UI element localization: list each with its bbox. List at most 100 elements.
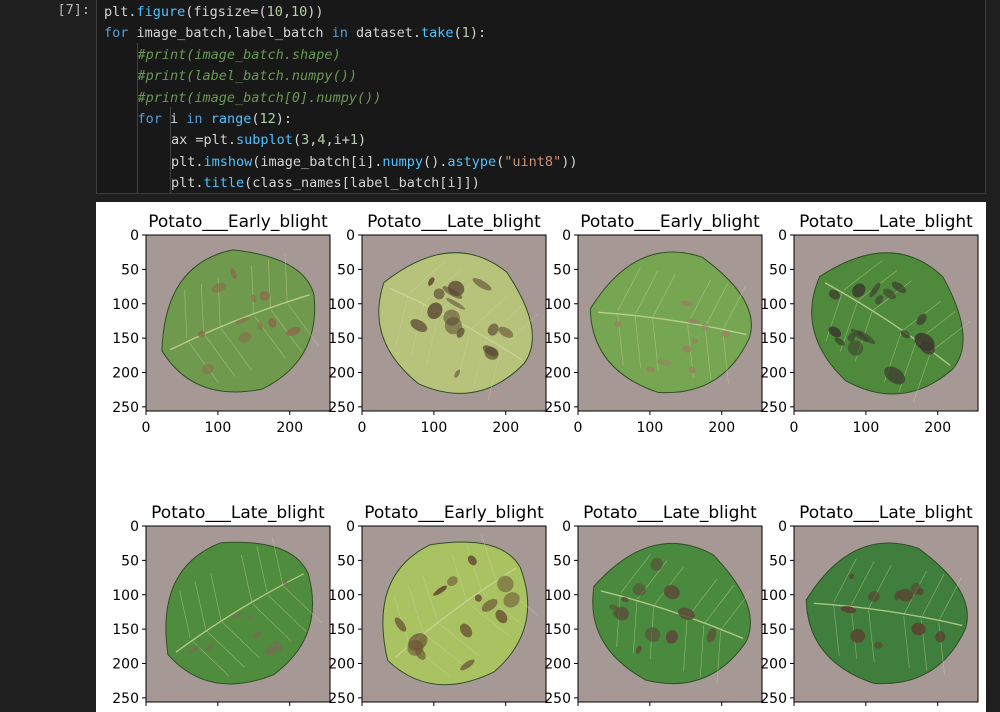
code-line: #print(label_batch.numpy())	[138, 66, 357, 87]
y-tick-label: 0	[130, 519, 139, 535]
subplot-title: Potato___Early_blight	[580, 212, 760, 232]
subplot-title: Potato___Late_blight	[151, 503, 325, 523]
y-tick-label: 200	[112, 657, 139, 673]
subplot-title: Potato___Late_blight	[799, 503, 973, 523]
y-tick-label: 50	[553, 553, 571, 569]
x-tick-label: 100	[637, 420, 664, 436]
y-tick-label: 150	[544, 331, 571, 347]
code-cell[interactable]: plt.figure(figsize=(10,10)) for image_bat…	[96, 0, 986, 194]
y-tick-label: 0	[346, 519, 355, 535]
y-tick-label: 0	[562, 228, 571, 244]
y-tick-label: 0	[130, 228, 139, 244]
code-token-plain: ))	[561, 153, 578, 170]
y-tick-label: 150	[112, 622, 139, 638]
subplot: Potato___Late_blight05010015020025001002…	[760, 503, 979, 712]
code-token-plain: (image_batch[i].	[252, 153, 383, 170]
code-token-plain: image_batch,label_batch	[128, 25, 332, 42]
code-token-num: 10	[266, 4, 283, 20]
y-tick-label: 50	[337, 553, 355, 569]
code-token-plain: ))	[307, 4, 324, 20]
code-token-comment: #print(image_batch[0].numpy())	[137, 89, 382, 106]
x-tick-label: 100	[853, 420, 880, 436]
code-token-func: numpy	[382, 153, 423, 170]
y-tick-label: 200	[328, 657, 355, 673]
y-tick-label: 150	[328, 331, 355, 347]
code-token-kw: for	[137, 111, 162, 127]
code-token-plain: plt.	[171, 153, 204, 170]
indent-guide	[137, 43, 138, 193]
y-tick-label: 250	[544, 400, 571, 416]
y-tick-label: 50	[337, 262, 355, 278]
x-tick-label: 100	[421, 420, 448, 436]
y-tick-label: 200	[760, 366, 787, 382]
y-tick-label: 100	[328, 588, 355, 604]
subplot-title: Potato___Late_blight	[799, 212, 973, 232]
y-tick-label: 200	[328, 366, 355, 382]
y-tick-label: 150	[544, 622, 571, 638]
code-token-plain: dataset.	[347, 25, 422, 42]
code-token-kw: for	[104, 25, 129, 42]
code-token-plain: )	[358, 132, 367, 149]
y-tick-label: 100	[760, 297, 787, 313]
y-tick-label: 0	[778, 519, 787, 535]
code-token-num: 12	[259, 111, 276, 127]
x-tick-label: 200	[492, 420, 519, 436]
subplot: Potato___Late_blight05010015020025001002…	[544, 503, 763, 712]
code-token-func: figure	[136, 4, 186, 20]
code-line: #print(image_batch.shape)	[138, 45, 341, 66]
cell-output: Potato___Early_blight 0 50 100 150 200 250 0 100…	[96, 202, 986, 712]
y-tick-label: 100	[544, 297, 571, 313]
code-token-func: range	[210, 111, 252, 127]
subplot: Potato___Early_blight0501001502002500100…	[112, 212, 331, 436]
code-line: plt.title(class_names[label_batch[i]])	[171, 173, 480, 194]
subplot: Potato___Late_blight05010015020025001002…	[112, 503, 331, 712]
code-token-func: take	[421, 25, 454, 42]
y-tick-label: 100	[112, 588, 139, 604]
code-token-func: subplot	[236, 132, 293, 149]
code-token-func: astype	[447, 153, 497, 170]
y-tick-label: 200	[544, 657, 571, 673]
y-tick-label: 250	[544, 691, 571, 707]
subplot-title: Potato___Early_blight	[364, 503, 544, 523]
y-tick-label: 250	[112, 400, 139, 416]
code-line: #print(image_batch[0].numpy())	[138, 88, 382, 109]
code-line: ax =plt.subplot(3,4,i+1)	[171, 130, 366, 151]
y-tick-label: 0	[562, 519, 571, 535]
code-token-plain: ,	[282, 4, 291, 20]
x-tick-label: 200	[276, 420, 303, 436]
y-tick-label: 250	[328, 400, 355, 416]
code-token-num: 4	[317, 132, 326, 149]
code-token-plain: plt.	[171, 175, 204, 192]
y-tick-label: 150	[760, 331, 787, 347]
code-token-num: 10	[290, 4, 308, 20]
code-token-plain: ().	[422, 153, 448, 170]
code-token-comment: #print(image_batch.shape)	[137, 46, 341, 63]
y-tick-label: 250	[760, 400, 787, 416]
x-tick-label: 0	[358, 420, 367, 436]
code-line: plt.figure(figsize=(10,10))	[104, 2, 324, 23]
code-token-plain: plt.	[104, 4, 137, 20]
subplot: Potato___Early_blight0501001502002500100…	[544, 212, 763, 436]
y-tick-label: 50	[121, 262, 139, 278]
y-tick-label: 200	[112, 366, 139, 382]
code-token-kw: in	[331, 25, 348, 42]
code-token-plain: ax =plt.	[171, 132, 237, 149]
code-token-num: 1	[461, 25, 470, 42]
y-tick-label: 100	[760, 588, 787, 604]
code-line: for i in range(12):	[138, 109, 293, 130]
code-token-plain: (	[292, 132, 302, 149]
subplot: Potato___Late_blight05010015020025001002…	[760, 212, 979, 436]
x-tick-label: 100	[205, 420, 232, 436]
subplot-title: Potato___Late_blight	[583, 503, 757, 523]
code-line: for image_batch,label_batch in dataset.t…	[104, 23, 486, 44]
code-token-plain: ):	[469, 25, 487, 42]
y-tick-label: 50	[553, 262, 571, 278]
matplotlib-figure: Potato___Early_blight0501001502002500 100…	[112, 212, 979, 712]
y-tick-label: 50	[769, 262, 787, 278]
y-tick-label: 150	[760, 622, 787, 638]
subplot: Potato___Late_blight05010015020025001002…	[328, 212, 547, 436]
y-tick-label: 50	[769, 553, 787, 569]
y-tick-label: 250	[112, 691, 139, 707]
x-tick-label: 0	[142, 420, 151, 436]
